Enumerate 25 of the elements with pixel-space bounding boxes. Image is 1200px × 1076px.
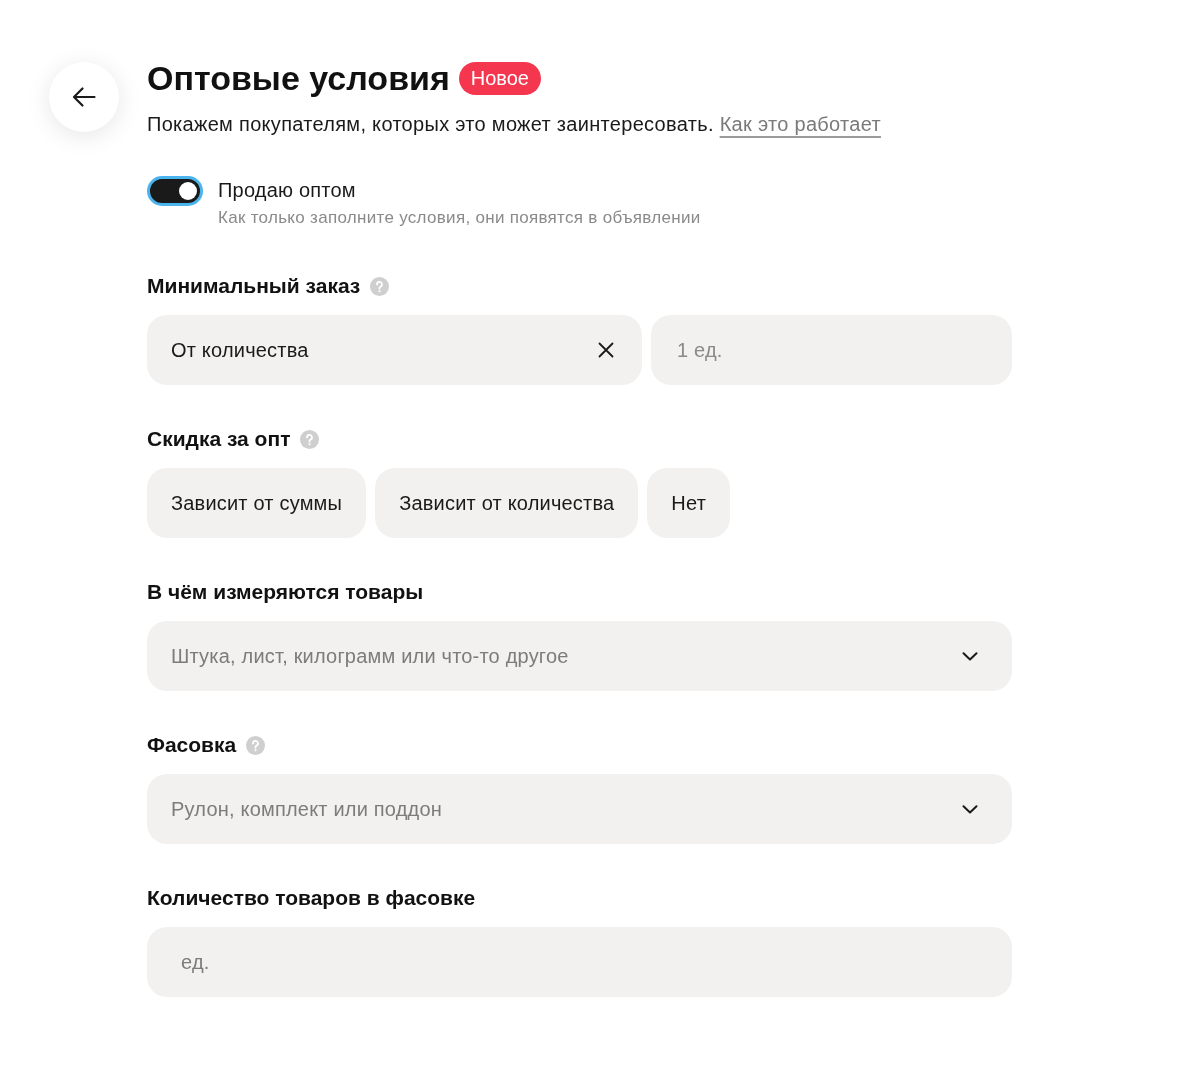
dropdown-select[interactable]: Штука, лист, килограмм или что-то другое: [147, 621, 1012, 691]
toggle-label: Продаю оптом: [218, 178, 357, 203]
new-badge: Новое: [458, 61, 541, 95]
amount-field[interactable]: 1 ед.: [651, 315, 1012, 385]
toggle-hint: Как только заполните условия, они появятся в объявлении: [218, 208, 701, 228]
chevron-down-icon: [962, 651, 978, 661]
option-chip[interactable]: Зависит от суммы: [147, 468, 367, 538]
page-title: Оптовые условия: [147, 58, 450, 98]
page-description: Покажем покупателям, которых это может заинтересовать. Как это работает: [147, 112, 882, 136]
toggle-knob: [179, 182, 197, 200]
section-title: Минимальный заказ: [147, 274, 361, 298]
arrow-left-icon: [72, 87, 96, 107]
section-title: Фасовка: [147, 733, 237, 757]
section-title: Скидка за опт: [147, 427, 291, 451]
wholesale-toggle[interactable]: [147, 176, 203, 206]
quantity-field[interactable]: ед.: [147, 927, 1012, 997]
dropdown-select[interactable]: Рулон, комплект или поддон: [147, 774, 1012, 844]
order-type-select[interactable]: От количества: [147, 315, 642, 385]
section-title: В чём измеряются товары: [147, 580, 424, 604]
option-chip[interactable]: Зависит от количества: [375, 468, 639, 538]
chevron-down-icon: [962, 804, 978, 814]
section-title: Количество товаров в фасовке: [147, 886, 476, 910]
how-it-works-link[interactable]: Как это работает: [719, 113, 881, 135]
close-icon[interactable]: [598, 342, 614, 358]
option-chip[interactable]: Нет: [647, 468, 731, 538]
